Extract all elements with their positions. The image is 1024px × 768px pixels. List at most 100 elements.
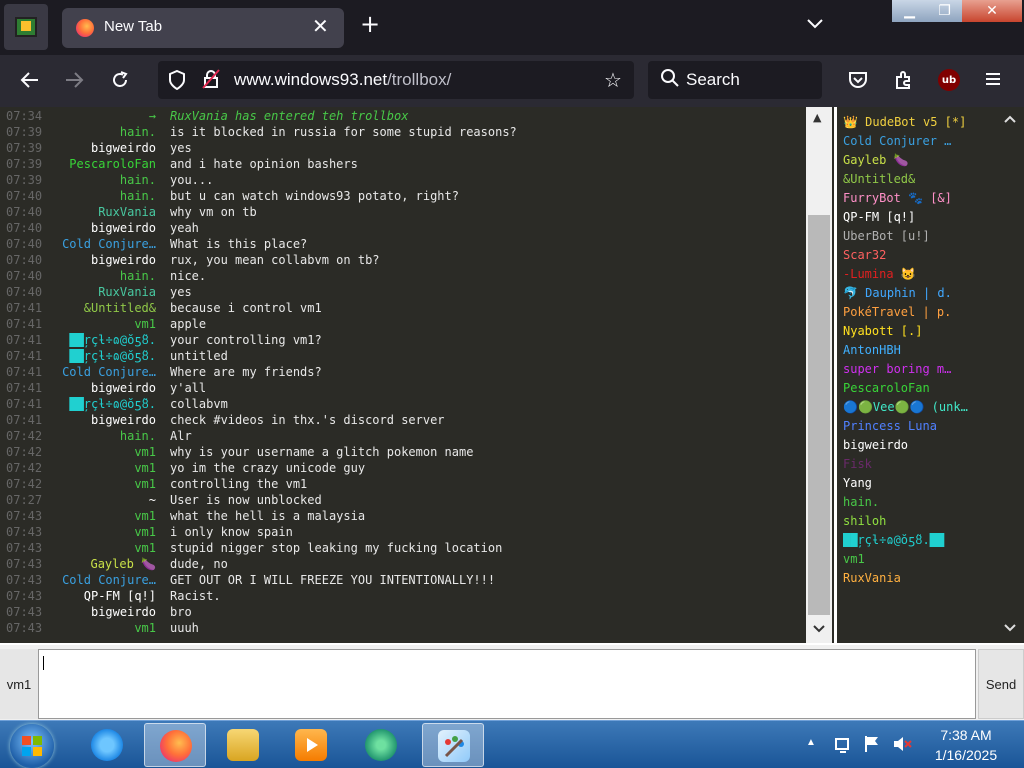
maximize-button[interactable]: ❐ [927,0,962,22]
reload-icon[interactable] [110,70,130,93]
forward-icon[interactable] [64,71,84,92]
taskbar-messenger[interactable] [350,723,412,767]
message-nick[interactable]: hain. [46,269,156,283]
user-list-scrollbar[interactable] [1000,107,1024,643]
message-nick[interactable]: ██ŗçƚ÷ɷ@ŏƽ̃ȣ.ٜ [46,397,156,412]
message-nick[interactable]: RuxVania [46,285,156,299]
chat-scrollbar[interactable]: ▲ [806,107,832,643]
taskbar-file-explorer[interactable] [212,723,274,767]
user-list-item[interactable]: AntonHBH [843,343,993,357]
user-list-item[interactable]: Fisk [843,457,993,471]
user-list-item[interactable]: 👑 DudeBot v5 [*] [843,115,993,129]
user-list-item[interactable]: Scar32 [843,248,993,262]
message-nick[interactable]: hain. [46,189,156,203]
message-nick[interactable]: bigweirdo [46,605,156,619]
message-nick[interactable]: hain. [46,173,156,187]
message-nick[interactable]: bigweirdo [46,221,156,235]
clock[interactable]: 7:38 AM 1/16/2025 [926,725,1006,765]
message-nick[interactable]: ~ [46,493,156,507]
scroll-down-icon[interactable] [813,623,825,636]
user-list-item[interactable]: Cold Conjurer … [843,134,993,148]
user-list-item[interactable]: &Untitled& [843,172,993,186]
message-nick[interactable]: &Untitled& [46,301,156,315]
insecure-lock-icon[interactable] [202,69,220,93]
user-list-item[interactable]: vm1 [843,552,993,566]
new-tab-icon[interactable]: + [360,12,380,36]
user-list-item[interactable]: PokéTravel | p. [843,305,993,319]
minimize-button[interactable]: ▁ [892,0,927,22]
back-icon[interactable] [20,71,40,92]
taskbar-paint[interactable] [422,723,484,767]
message-nick[interactable]: bigweirdo [46,381,156,395]
tab-new-tab[interactable]: New Tab ✕ [62,8,344,48]
message-nick[interactable]: QP-FM [q!] [46,589,156,603]
user-list-item[interactable]: bigweirdo [843,438,993,452]
taskbar-media-player[interactable] [280,723,342,767]
user-list-item[interactable]: FurryBot 🐾 [&] [843,191,993,205]
message-nick[interactable]: RuxVania [46,205,156,219]
user-list-item[interactable]: Nyabott [.] [843,324,993,338]
message-nick[interactable]: vm1 [46,621,156,635]
extensions-icon[interactable] [894,70,914,93]
message-nick[interactable]: Cold Conjure… [46,365,156,379]
message-nick[interactable]: hain. [46,125,156,139]
message-nick[interactable]: vm1 [46,525,156,539]
send-button[interactable]: Send [978,649,1024,719]
shield-icon[interactable] [168,69,186,94]
message-nick[interactable]: Cold Conjure… [46,573,156,587]
volume-muted-icon[interactable] [892,735,912,758]
user-list-item[interactable]: shiloh [843,514,993,528]
nickname-button[interactable]: vm1 [0,649,38,719]
start-button[interactable] [10,724,54,768]
message-nick[interactable]: hain. [46,429,156,443]
close-window-button[interactable]: ✕ [962,0,1022,22]
scrollbar-thumb[interactable] [808,215,830,615]
menu-icon[interactable] [984,70,1002,91]
message-nick[interactable]: Cold Conjure… [46,237,156,251]
flag-icon[interactable] [864,735,880,758]
ublock-origin-icon[interactable]: ub [938,69,960,91]
app-icon[interactable] [4,4,48,50]
chevron-down-icon[interactable] [806,16,824,34]
message-nick[interactable]: Gayleb 🍆 [46,557,156,571]
user-list-item[interactable]: RuxVania [843,571,993,585]
user-list-item[interactable]: Gayleb 🍆 [843,153,993,167]
message-nick[interactable]: → [46,109,156,123]
taskbar-internet-explorer[interactable] [76,723,138,767]
scroll-up-icon[interactable]: ▲ [813,111,821,124]
user-list-item[interactable]: hain. [843,495,993,509]
chat-log[interactable]: 07:34 → RuxVania has entered teh trollbox 0… [0,107,834,643]
message-nick[interactable]: vm1 [46,461,156,475]
message-nick[interactable]: vm1 [46,445,156,459]
message-nick[interactable]: bigweirdo [46,141,156,155]
close-tab-icon[interactable]: ✕ [312,14,329,38]
message-nick[interactable]: vm1 [46,477,156,491]
user-list-item[interactable]: Princess Luna [843,419,993,433]
message-nick[interactable]: PescaroloFan [46,157,156,171]
message-nick[interactable]: vm1 [46,541,156,555]
scroll-down-icon[interactable] [1004,622,1016,635]
message-input[interactable] [38,649,976,719]
search-box[interactable]: Search [648,61,822,99]
pocket-icon[interactable] [848,71,868,92]
message-nick[interactable]: ██ŗçƚ÷ɷ@ŏƽ̃ȣ.ٜ [46,349,156,364]
show-hidden-icons-icon[interactable]: ▲ [806,737,816,748]
user-list-item[interactable]: Yang [843,476,993,490]
user-list[interactable]: 👑 DudeBot v5 [*] Cold Conjurer … Gayleb 🍆 &… [834,107,1024,643]
user-list-item[interactable]: 🔵🟢Vee🟢🔵 (unk… [843,400,993,414]
user-list-item[interactable]: 🐬 Dauphin | d. [843,286,993,300]
message-nick[interactable]: vm1 [46,317,156,331]
user-list-item[interactable]: ██ŗçƚ÷ɷ@ŏƽ̃ȣ.ٜ██ [843,533,993,548]
user-list-item[interactable]: UberBot [u!] [843,229,993,243]
message-nick[interactable]: bigweirdo [46,413,156,427]
user-list-item[interactable]: super boring m… [843,362,993,376]
message-nick[interactable]: vm1 [46,509,156,523]
taskbar-firefox[interactable] [144,723,206,767]
user-list-item[interactable]: QP-FM [q!] [843,210,993,224]
url-bar[interactable]: www.windows93.net/trollbox/ ☆ [158,61,634,99]
user-list-item[interactable]: PescaroloFan [843,381,993,395]
scroll-up-icon[interactable] [1004,113,1016,126]
message-nick[interactable]: bigweirdo [46,253,156,267]
action-center-icon[interactable] [834,735,852,758]
message-nick[interactable]: ██ŗçƚ÷ɷ@ŏƽ̃ȣ.ٜ [46,333,156,348]
